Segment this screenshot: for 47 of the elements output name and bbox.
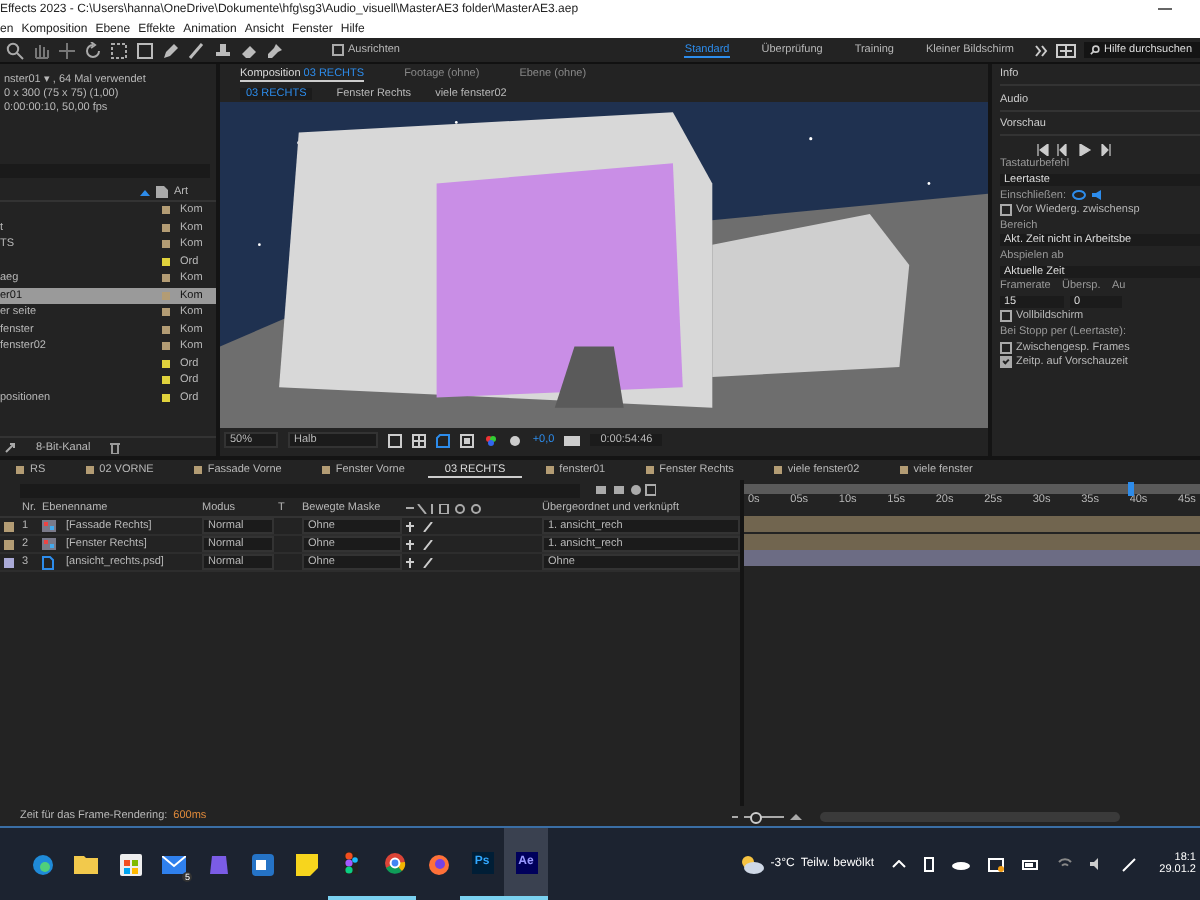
zoom-slider[interactable] (744, 811, 784, 821)
layer-switches-icon (406, 503, 486, 513)
label-icon[interactable] (155, 186, 168, 198)
file-icon (42, 555, 54, 569)
transparency-icon[interactable] (460, 433, 475, 447)
grid-icon[interactable] (412, 433, 427, 447)
stamp-icon[interactable] (214, 41, 232, 59)
label-swatch[interactable] (4, 557, 14, 567)
exposure-icon[interactable] (508, 433, 523, 447)
cloud-icon[interactable] (952, 859, 970, 869)
panel-layout-icon[interactable] (1056, 43, 1076, 57)
shy-pen-switches-icon[interactable] (406, 557, 434, 567)
scrollbar[interactable] (820, 811, 1120, 821)
search-icon (1090, 44, 1100, 56)
label-swatch[interactable] (4, 539, 14, 549)
wifi-icon[interactable] (1058, 858, 1072, 870)
playhead[interactable] (1127, 482, 1134, 496)
rectangle-icon[interactable] (136, 41, 154, 59)
shy-pen-switches-icon[interactable] (406, 539, 434, 549)
minimize-icon[interactable] (1158, 8, 1172, 12)
label-swatch[interactable] (4, 521, 14, 531)
mask-icon[interactable] (436, 433, 451, 447)
composition-icon (42, 538, 56, 550)
hand-icon[interactable] (32, 41, 50, 59)
more-icon[interactable] (1034, 43, 1048, 57)
rotate-icon[interactable] (84, 41, 102, 59)
color-channels-icon[interactable] (484, 433, 499, 447)
display-icon[interactable] (988, 857, 1004, 871)
composition-icon (42, 520, 56, 532)
speaker-icon[interactable] (1092, 190, 1103, 201)
comp-switches-icon[interactable] (596, 484, 656, 496)
sort-icon[interactable] (139, 189, 150, 195)
brush-icon[interactable] (188, 41, 206, 59)
trash-icon[interactable] (110, 441, 121, 453)
chevron-up-icon[interactable] (892, 860, 906, 868)
eye-icon[interactable] (1072, 190, 1087, 201)
battery-icon[interactable] (1022, 859, 1040, 869)
shy-pen-switches-icon[interactable] (406, 521, 434, 531)
move-icon[interactable] (58, 41, 76, 59)
cloud-sun-icon[interactable] (740, 854, 765, 874)
transport-controls-icon[interactable] (1036, 143, 1116, 156)
zoom-in-icon[interactable] (790, 813, 802, 819)
battery-icon[interactable] (924, 856, 934, 872)
safe-zones-icon[interactable] (388, 433, 403, 447)
layer-duration-bar[interactable] (744, 533, 1200, 549)
zoom-icon[interactable] (6, 41, 24, 59)
speaker-icon[interactable] (1090, 858, 1104, 870)
